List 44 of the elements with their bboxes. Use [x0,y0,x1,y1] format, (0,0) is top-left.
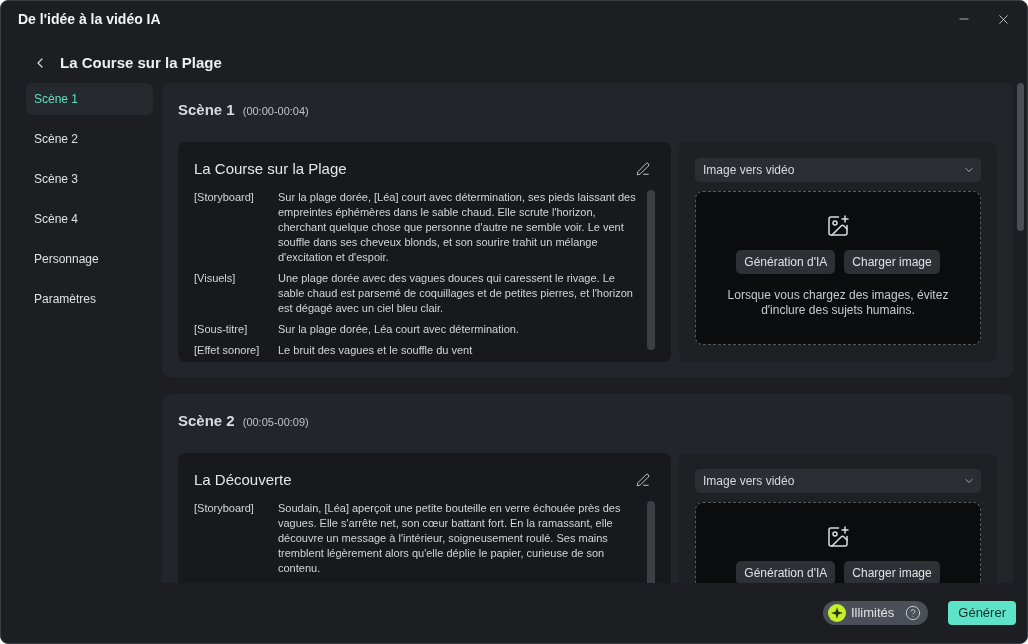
upload-option-button[interactable]: Charger image [844,561,940,583]
scrollbar[interactable] [1017,83,1024,231]
credits-pill[interactable]: Illimités [822,601,929,625]
star-badge-icon [827,604,846,622]
card-title: La Découverte [194,470,292,490]
sidebar-item[interactable]: Scène 4 [26,203,153,235]
row-text: Sur la plage dorée, Léa court avec détermination. [278,322,520,337]
row-label: [Visuels] [194,271,237,286]
row-label: [Storyboard] [194,190,255,205]
image-plus-icon [826,214,850,238]
upload-drop-zone[interactable]: Génération d'IA Charger image [695,502,981,583]
scrollbar[interactable] [647,190,655,350]
card-title: La Course sur la Plage [194,159,347,179]
sidebar-item[interactable]: Scène 1 [26,83,153,115]
upload-option-button[interactable]: Génération d'IA [736,250,836,274]
mode-dropdown[interactable]: Image vers vidéo [695,158,981,182]
image-plus-icon [826,525,850,549]
page-title: La Course sur la Plage [60,52,222,73]
mode-dropdown[interactable]: Image vers vidéo [695,469,981,493]
row-text: Sur la plage dorée, [Léa] court avec détermination, ses pieds laissant des empreintes éphémères dans le sable chaud. Elle scrute l'horizon, cherchant quelque chose que personne d'autre ne semble voir. Le vent souffle dans ses cheveux blonds, et son sourire trahit un mélange d'excitation et d'espoir. [278,190,637,265]
scene-time: (00:00-00:04) [242,104,309,119]
upload-hint: Lorsque vous chargez des images, évitez d'inclure des sujets humains. [726,288,950,318]
scene-time: (00:05-00:09) [242,415,309,430]
generate-button[interactable]: Générer [948,601,1016,625]
sidebar-item[interactable]: Scène 3 [26,163,153,195]
row-text: Le bruit des vagues et le souffle du vent [278,343,474,358]
sidebar-item[interactable]: Scène 2 [26,123,153,155]
row-label: [Effet sonore] [194,343,261,358]
edit-icon[interactable] [636,473,650,487]
help-icon[interactable] [905,605,922,621]
window-title: De l'idée à la vidéo IA [18,9,162,29]
row-text: Soudain, [Léa] aperçoit une petite bouteille en verre échouée près des vagues. Elle s'arrête net, son cœur battant fort. En la ramassant, elle découvre un message à l'intérieur, soigneusement roulé. Ses mains tremblent légèrement alors qu'elle déplie le papier, curieuse de son contenu. [278,501,622,576]
row-label: [Sous-titre] [194,322,249,337]
row-label: [Storyboard] [194,501,255,516]
row-text: Une plage dorée avec des vagues douces qui caressent le rivage. Le sable chaud est parsemé de coquillages et de petites pierres, et l'horizon est dégagé avec un ciel bleu clair. [278,271,634,316]
upload-drop-zone[interactable]: Génération d'IA Charger image Lorsque vous chargez des images, évitez d'inclure des sujets humains. [695,191,981,345]
sidebar-item[interactable]: Personnage [26,243,153,275]
scrollbar[interactable] [647,501,655,583]
upload-option-button[interactable]: Génération d'IA [736,561,836,583]
scene-title: Scène 1 [178,100,235,120]
scene-title: Scène 2 [178,411,235,431]
upload-option-button[interactable]: Charger image [844,250,940,274]
edit-icon[interactable] [636,162,650,176]
sidebar-item[interactable]: Paramètres [26,283,153,315]
